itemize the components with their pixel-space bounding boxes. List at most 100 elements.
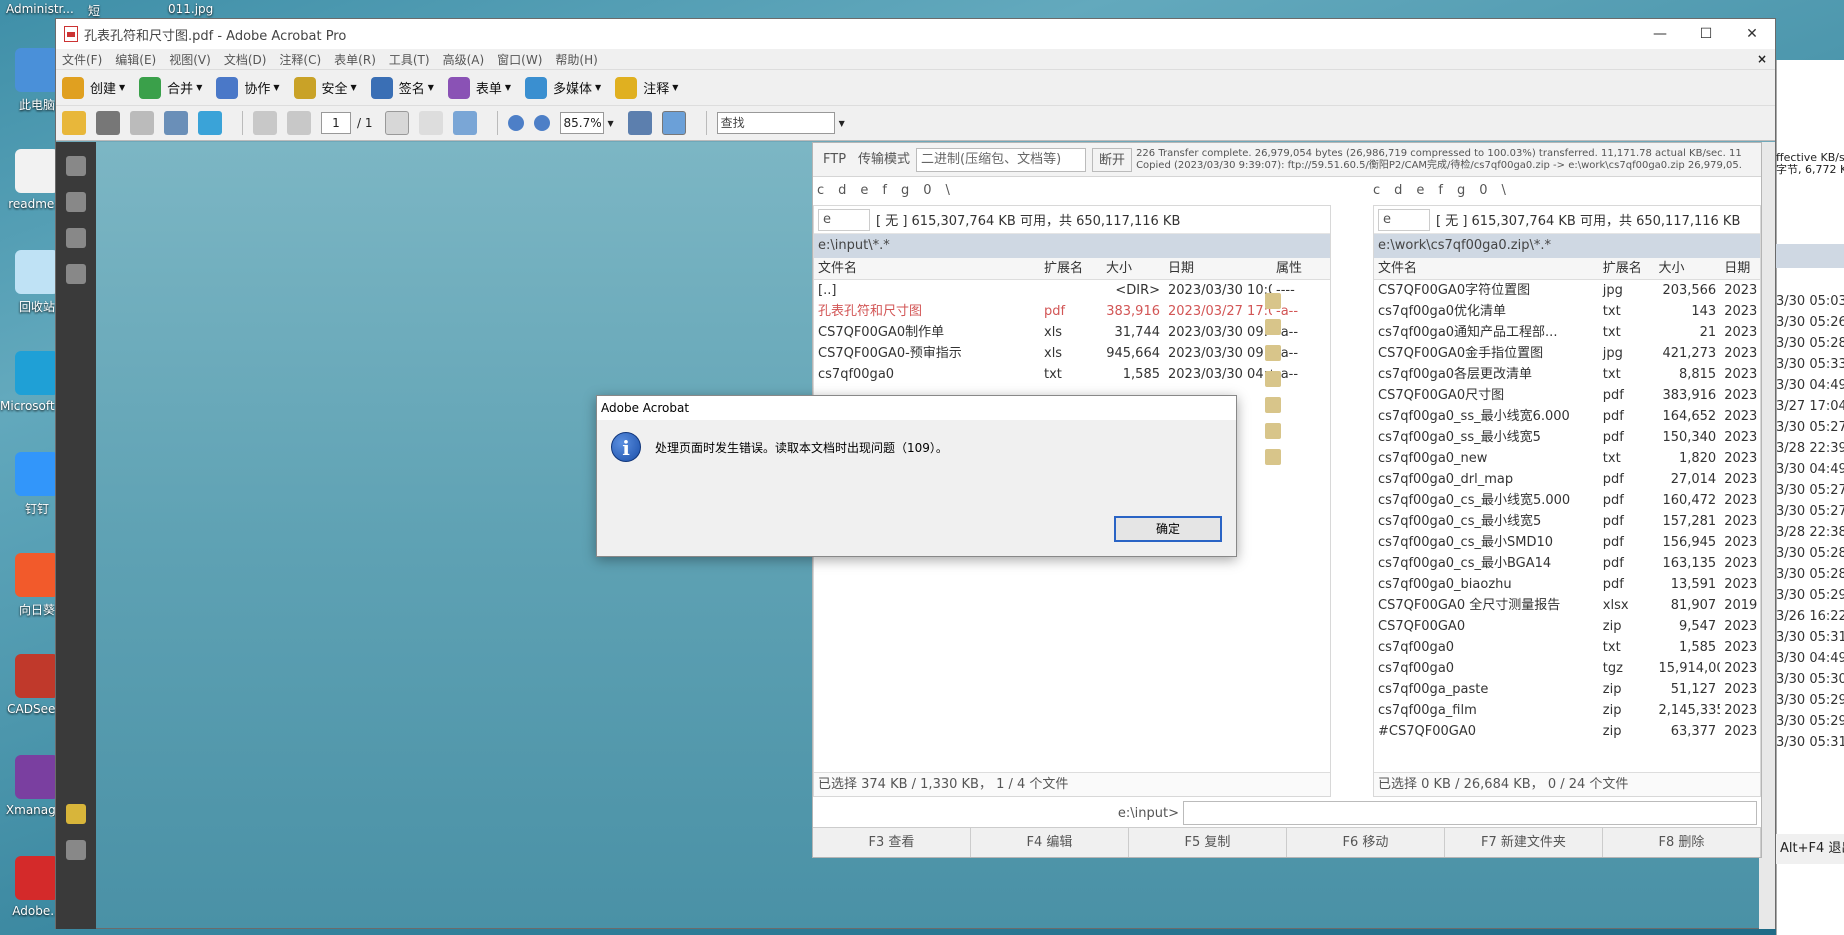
drive-button[interactable]: \ xyxy=(946,183,950,198)
maximize-button[interactable]: ☐ xyxy=(1683,26,1729,42)
drive-button[interactable]: f xyxy=(1438,183,1443,198)
drive-button[interactable]: 0 xyxy=(1479,183,1487,198)
table-row[interactable]: cs7qf00ga0_ss_最小线宽5 pdf 150,340 2023 xyxy=(1374,427,1760,448)
table-row[interactable]: 孔表孔符和尺寸图pdf383,9162023/03/27 17:04-a-- xyxy=(814,301,1330,322)
table-row[interactable]: CS7QF00GA0金手指位置图 jpg 421,273 2023 xyxy=(1374,343,1760,364)
table-row[interactable]: cs7qf00ga0 tgz 15,914,0072023 xyxy=(1374,658,1760,679)
table-row[interactable]: cs7qf00ga_paste zip 51,127 2023 xyxy=(1374,679,1760,700)
table-row[interactable]: cs7qf00ga0_biaozhu pdf 13,591 2023 xyxy=(1374,574,1760,595)
function-key-button[interactable]: F7 新建文件夹 xyxy=(1445,828,1603,857)
zoom-dropdown-icon[interactable]: ▼ xyxy=(608,119,614,128)
ftp-button[interactable]: FTP xyxy=(817,148,852,172)
minimize-button[interactable]: — xyxy=(1637,26,1683,42)
drive-button[interactable]: c xyxy=(817,183,824,198)
upload-icon[interactable] xyxy=(198,111,222,135)
tool-icon[interactable] xyxy=(1265,293,1281,309)
left-drive-select[interactable]: e xyxy=(818,208,870,231)
menu-item[interactable]: 文件(F) xyxy=(62,51,102,68)
drive-button[interactable]: e xyxy=(1416,183,1424,198)
close-document-icon[interactable]: × xyxy=(1757,52,1767,66)
col-ext[interactable]: 扩展名 xyxy=(1599,258,1655,279)
col-attr[interactable]: 属性 xyxy=(1272,258,1330,279)
zoom-out-icon[interactable] xyxy=(507,115,524,131)
col-ext[interactable]: 扩展名 xyxy=(1040,258,1102,279)
table-row[interactable]: cs7qf00ga0_drl_map pdf 27,014 2023 xyxy=(1374,469,1760,490)
search-input[interactable]: 查找 xyxy=(716,112,835,134)
table-row[interactable]: cs7qf00ga0_cs_最小线宽5.000 pdf 160,472 2023 xyxy=(1374,490,1760,511)
col-name[interactable]: 文件名 xyxy=(1374,258,1599,279)
attachments-icon[interactable] xyxy=(66,840,86,860)
clipped-exit-key[interactable]: Alt+F4 退出 xyxy=(1776,834,1844,864)
menu-item[interactable]: 帮助(H) xyxy=(555,51,597,68)
table-row[interactable]: cs7qf00ga0通知产品工程部... txt 21 2023 xyxy=(1374,322,1760,343)
select-tool-icon[interactable] xyxy=(384,111,409,135)
function-key-button[interactable]: F8 删除 xyxy=(1603,828,1761,857)
table-row[interactable]: cs7qf00ga0_cs_最小线宽5 pdf 157,281 2023 xyxy=(1374,511,1760,532)
toolbar-button[interactable]: 多媒体 ▼ xyxy=(525,76,601,99)
toolbar-button[interactable]: 协作 ▼ xyxy=(216,76,280,99)
col-date[interactable]: 日期 xyxy=(1720,258,1760,279)
table-row[interactable]: cs7qf00ga0txt1,5852023/03/30 04:49-a-- xyxy=(814,364,1330,385)
next-page-icon[interactable] xyxy=(287,111,311,135)
table-row[interactable]: [..]<DIR>2023/03/30 10:09---- xyxy=(814,280,1330,301)
drive-button[interactable]: \ xyxy=(1502,183,1506,198)
function-key-button[interactable]: F5 复制 xyxy=(1129,828,1287,857)
table-row[interactable]: cs7qf00ga0_new txt 1,820 2023 xyxy=(1374,448,1760,469)
bookmarks-icon[interactable] xyxy=(66,192,86,212)
folder-icon[interactable] xyxy=(1265,397,1281,413)
toolbar-button[interactable]: 注释 ▼ xyxy=(615,76,678,99)
function-key-button[interactable]: F4 编辑 xyxy=(971,828,1129,857)
drive-button[interactable]: c xyxy=(1373,183,1380,198)
tool-icon[interactable] xyxy=(1265,423,1281,439)
table-row[interactable]: #CS7QF00GA0 zip 63,377 2023 xyxy=(1374,721,1760,742)
drive-button[interactable]: 0 xyxy=(923,183,931,198)
table-row[interactable]: cs7qf00ga0_cs_最小SMD10 pdf 156,945 2023 xyxy=(1374,532,1760,553)
page-number-input[interactable]: 1 xyxy=(321,112,351,134)
function-key-button[interactable]: F6 移动 xyxy=(1287,828,1445,857)
drive-button[interactable]: d xyxy=(1394,183,1402,198)
command-input[interactable] xyxy=(1183,801,1757,825)
menu-item[interactable]: 文档(D) xyxy=(224,51,267,68)
col-size[interactable]: 大小 xyxy=(1102,258,1164,279)
toolbar-button[interactable]: 签名 ▼ xyxy=(370,76,434,99)
signatures-icon[interactable] xyxy=(66,264,86,284)
table-row[interactable]: CS7QF00GA0制作单xls31,7442023/03/30 09:45-a… xyxy=(814,322,1330,343)
function-key-button[interactable]: F3 查看 xyxy=(813,828,971,857)
save-icon[interactable] xyxy=(130,111,154,135)
drive-button[interactable]: g xyxy=(1457,183,1465,198)
drive-button[interactable]: g xyxy=(901,183,909,198)
comments-icon[interactable] xyxy=(66,804,86,824)
hand-tool-icon[interactable] xyxy=(418,111,443,135)
prev-page-icon[interactable] xyxy=(253,111,277,135)
close-button[interactable]: ✕ xyxy=(1729,26,1775,42)
zoom-tool-icon[interactable] xyxy=(452,111,477,135)
col-date[interactable]: 日期 xyxy=(1164,258,1272,279)
toolbar-button[interactable]: 创建 ▼ xyxy=(62,76,125,99)
ok-button[interactable]: 确定 xyxy=(1114,516,1222,542)
menu-item[interactable]: 表单(R) xyxy=(334,51,376,68)
layers-icon[interactable] xyxy=(66,228,86,248)
pages-icon[interactable] xyxy=(66,156,86,176)
search-dropdown-icon[interactable]: ▼ xyxy=(839,119,845,128)
menu-item[interactable]: 视图(V) xyxy=(169,51,211,68)
col-size[interactable]: 大小 xyxy=(1655,258,1721,279)
col-name[interactable]: 文件名 xyxy=(814,258,1040,279)
menu-item[interactable]: 高级(A) xyxy=(443,51,485,68)
menu-item[interactable]: 注释(C) xyxy=(279,51,321,68)
table-row[interactable]: CS7QF00GA0-预审指示 xls 945,664 2023/03/30 09:5… xyxy=(814,343,1330,364)
menu-item[interactable]: 窗口(W) xyxy=(497,51,542,68)
menu-item[interactable]: 工具(T) xyxy=(389,51,430,68)
zoom-input[interactable]: 85.7% xyxy=(559,112,604,134)
table-row[interactable]: cs7qf00ga0_cs_最小BGA14 pdf 163,135 2023 xyxy=(1374,553,1760,574)
table-row[interactable]: cs7qf00ga0 txt 1,585 2023 xyxy=(1374,637,1760,658)
table-row[interactable]: cs7qf00ga0优化清单 txt 143 2023 xyxy=(1374,301,1760,322)
open-folder-icon[interactable] xyxy=(62,111,86,135)
table-row[interactable]: cs7qf00ga0_ss_最小线宽6.000 pdf 164,652 2023 xyxy=(1374,406,1760,427)
drive-button[interactable]: e xyxy=(860,183,868,198)
drive-button[interactable]: f xyxy=(882,183,887,198)
disconnect-button[interactable]: 断开 xyxy=(1092,147,1133,172)
table-row[interactable]: CS7QF00GA0 zip 9,547 2023 xyxy=(1374,616,1760,637)
toolbar-button[interactable]: 表单 ▼ xyxy=(447,76,511,99)
drive-button[interactable]: d xyxy=(838,183,846,198)
table-row[interactable]: CS7QF00GA0字符位置图 jpg 203,566 2023 xyxy=(1374,280,1760,301)
